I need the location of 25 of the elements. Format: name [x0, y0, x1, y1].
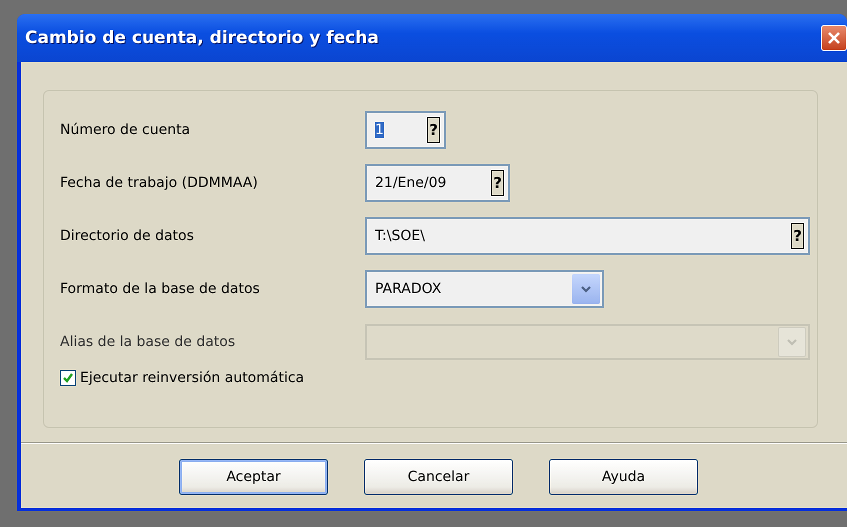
- input-field[interactable]: 1 ?: [365, 110, 446, 148]
- checkbox[interactable]: [60, 370, 76, 386]
- help-button[interactable]: ?: [491, 170, 504, 196]
- dialog-button[interactable]: Ayuda: [549, 459, 698, 495]
- window-title: Cambio de cuenta, directorio y fecha: [25, 28, 379, 48]
- input-field[interactable]: 21/Ene/09 ?: [365, 164, 510, 202]
- dialog-button[interactable]: Aceptar: [179, 459, 328, 495]
- close-button[interactable]: [821, 25, 847, 51]
- checkbox-label: Ejecutar reinversión automática: [80, 370, 304, 386]
- close-icon: [826, 30, 842, 46]
- field-label: Directorio de datos: [60, 228, 195, 244]
- field-value: 1: [375, 122, 384, 138]
- field-label: Fecha de trabajo (DDMMAA): [60, 174, 259, 190]
- chevron-icon[interactable]: [572, 274, 600, 304]
- dialog-button[interactable]: Cancelar: [364, 459, 513, 495]
- dropdown-value: PARADOX: [375, 280, 442, 296]
- help-button[interactable]: ?: [791, 222, 804, 248]
- field-value: 21/Ene/09: [375, 174, 448, 190]
- field-label: Formato de la base de datos: [60, 280, 261, 296]
- field-value: T:\SOE\: [375, 228, 426, 244]
- field-label: Alias de la base de datos: [60, 334, 236, 350]
- dropdown[interactable]: PARADOX: [365, 270, 604, 308]
- input-field[interactable]: T:\SOE\ ?: [365, 216, 810, 254]
- help-button[interactable]: ?: [427, 116, 440, 142]
- field-label: Número de cuenta: [60, 122, 192, 138]
